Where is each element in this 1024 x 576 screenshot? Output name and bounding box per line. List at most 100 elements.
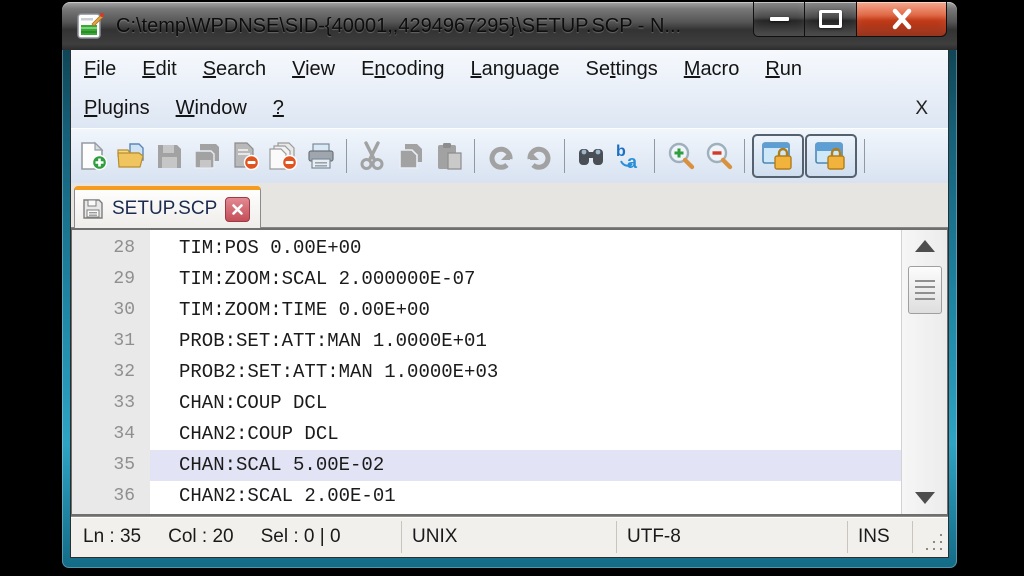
zoom-in-button[interactable]: [662, 135, 699, 177]
editor: 28 29 30 31 32 33 34 35 36 TIM:POS 0.00E…: [71, 228, 948, 516]
open-file-button[interactable]: [112, 135, 149, 177]
code-line[interactable]: TIM:ZOOM:SCAL 2.000000E-07: [150, 264, 901, 295]
close-button[interactable]: [857, 2, 947, 37]
sync-horizontal-scroll-button[interactable]: [805, 134, 857, 178]
menu-macro[interactable]: Macro: [671, 58, 753, 81]
new-file-icon: [78, 141, 108, 171]
menu-run[interactable]: Run: [752, 58, 815, 81]
line-number: 35: [72, 450, 150, 481]
code-line[interactable]: CHAN:COUP DCL: [150, 388, 901, 419]
menu-settings[interactable]: Settings: [572, 58, 670, 81]
title-bar[interactable]: C:\temp\WPDNSE\SID-{40001,,4294967295}\S…: [62, 2, 957, 50]
toolbar-separator: [744, 139, 745, 173]
close-all-button[interactable]: [264, 135, 301, 177]
toolbar-separator: [474, 139, 475, 173]
line-number: 36: [72, 481, 150, 512]
toolbar-separator: [564, 139, 565, 173]
menu-file[interactable]: File: [79, 58, 129, 81]
status-column: Col : 20: [168, 526, 233, 548]
svg-text:b: b: [616, 143, 626, 160]
new-file-button[interactable]: [74, 135, 111, 177]
menubar-close-x[interactable]: X: [915, 98, 940, 120]
menu-edit[interactable]: Edit: [129, 58, 189, 81]
text-area[interactable]: TIM:POS 0.00E+00 TIM:ZOOM:SCAL 2.000000E…: [150, 230, 901, 514]
line-number: 34: [72, 419, 150, 450]
status-line: Ln : 35: [83, 526, 141, 548]
menu-window[interactable]: Window: [163, 97, 260, 120]
status-bar: Ln : 35 Col : 20 Sel : 0 | 0 UNIX UTF-8 …: [71, 516, 948, 557]
close-icon: [890, 8, 914, 30]
tab-bar: SETUP.SCP: [71, 183, 948, 228]
find-button[interactable]: [572, 135, 609, 177]
copy-button[interactable]: [392, 135, 429, 177]
maximize-icon: [819, 10, 842, 28]
close-file-button[interactable]: [226, 135, 263, 177]
line-number: 31: [72, 326, 150, 357]
menu-bar: File Edit Search View Encoding Language …: [71, 50, 948, 128]
scroll-down-icon: [915, 492, 935, 504]
minimize-button[interactable]: [753, 2, 805, 37]
scrollbar-thumb[interactable]: [908, 266, 942, 314]
menu-help[interactable]: ?: [260, 97, 297, 120]
resize-grip-icon: [940, 548, 942, 550]
sync-vertical-scroll-icon: [761, 140, 795, 172]
menu-view[interactable]: View: [279, 58, 348, 81]
line-number: 28: [72, 233, 150, 264]
status-encoding: UTF-8: [617, 526, 847, 548]
vertical-scrollbar[interactable]: [901, 230, 947, 514]
close-file-icon: [230, 141, 260, 171]
minimize-icon: [770, 17, 789, 21]
save-all-button[interactable]: [188, 135, 225, 177]
tab-setup-scp[interactable]: SETUP.SCP: [74, 186, 261, 228]
zoom-in-icon: [666, 141, 696, 171]
menu-search[interactable]: Search: [190, 58, 279, 81]
print-button[interactable]: [302, 135, 339, 177]
find-icon: [576, 141, 606, 171]
code-line[interactable]: PROB2:SET:ATT:MAN 1.0000E+03: [150, 357, 901, 388]
print-icon: [306, 141, 336, 171]
status-typing-mode: INS: [848, 526, 912, 548]
undo-button[interactable]: [482, 135, 519, 177]
status-selection: Sel : 0 | 0: [261, 526, 341, 548]
paste-icon: [434, 141, 464, 171]
tab-close-button[interactable]: [225, 197, 250, 222]
copy-icon: [396, 141, 426, 171]
cut-icon: [358, 141, 388, 171]
window-title: C:\temp\WPDNSE\SID-{40001,,4294967295}\S…: [116, 15, 681, 38]
undo-icon: [486, 141, 516, 171]
close-all-icon: [268, 141, 298, 171]
code-line-current[interactable]: CHAN:SCAL 5.00E-02: [150, 450, 901, 481]
line-number: 29: [72, 264, 150, 295]
save-icon: [154, 141, 184, 171]
sync-vertical-scroll-button[interactable]: [752, 134, 804, 178]
line-number: 30: [72, 295, 150, 326]
redo-icon: [524, 141, 554, 171]
line-number: 32: [72, 357, 150, 388]
menu-encoding[interactable]: Encoding: [348, 58, 457, 81]
code-line[interactable]: CHAN2:COUP DCL: [150, 419, 901, 450]
resize-grip[interactable]: [913, 517, 948, 557]
sync-horizontal-scroll-icon: [814, 140, 848, 172]
line-number-gutter[interactable]: 28 29 30 31 32 33 34 35 36: [72, 230, 150, 514]
scroll-up-icon: [915, 240, 935, 252]
cut-button[interactable]: [354, 135, 391, 177]
scroll-up-button[interactable]: [902, 230, 947, 262]
menu-language[interactable]: Language: [457, 58, 572, 81]
menu-plugins[interactable]: Plugins: [79, 97, 163, 120]
code-line[interactable]: TIM:ZOOM:TIME 0.00E+00: [150, 295, 901, 326]
app-icon: [76, 12, 104, 40]
paste-button[interactable]: [430, 135, 467, 177]
code-line[interactable]: TIM:POS 0.00E+00: [150, 233, 901, 264]
zoom-out-button[interactable]: [700, 135, 737, 177]
toolbar: b a: [71, 128, 948, 183]
redo-button[interactable]: [520, 135, 557, 177]
maximize-button[interactable]: [805, 2, 857, 37]
code-line[interactable]: PROB:SET:ATT:MAN 1.0000E+01: [150, 326, 901, 357]
save-all-icon: [192, 141, 222, 171]
replace-button[interactable]: b a: [610, 135, 647, 177]
code-line[interactable]: CHAN2:SCAL 2.00E-01: [150, 481, 901, 512]
save-button[interactable]: [150, 135, 187, 177]
toolbar-separator: [654, 139, 655, 173]
scroll-down-button[interactable]: [902, 482, 947, 514]
saved-file-icon: [82, 198, 104, 220]
